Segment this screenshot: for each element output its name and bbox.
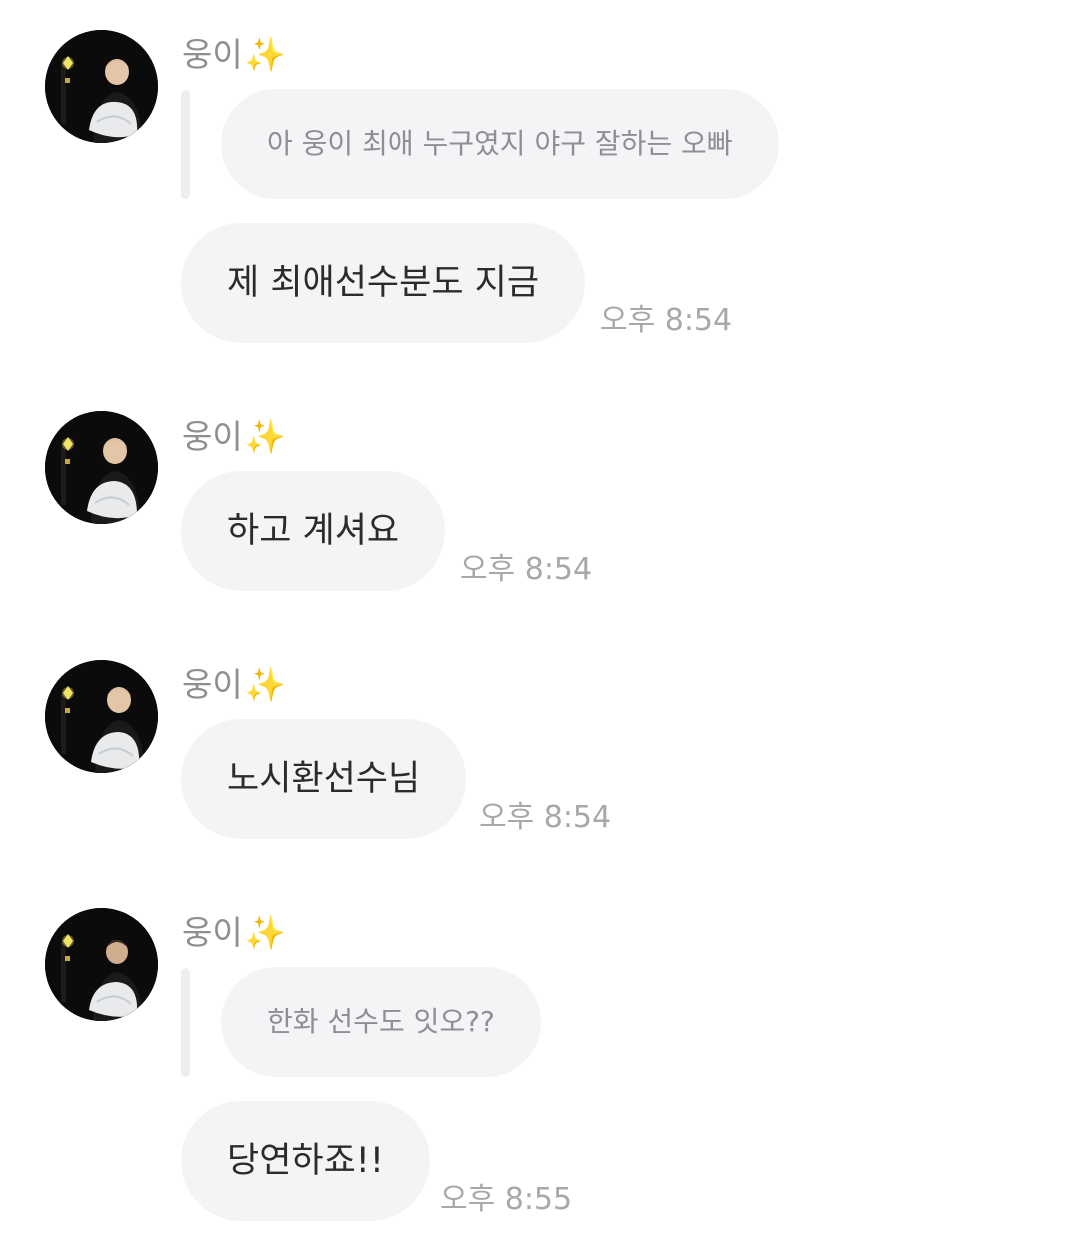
- avatar[interactable]: [45, 30, 158, 143]
- sender-name: 웅이✨: [182, 913, 286, 953]
- sparkle-emoji: ✨: [244, 913, 286, 952]
- avatar[interactable]: [45, 908, 158, 1021]
- sender-name-text: 웅이: [182, 665, 243, 704]
- sender-name-text: 웅이: [182, 35, 243, 74]
- message-timestamp: 오후 8:54: [600, 303, 733, 338]
- avatar[interactable]: [45, 660, 158, 773]
- sender-name: 웅이✨: [182, 665, 286, 705]
- quoted-message[interactable]: 한화 선수도 잇오??: [221, 967, 541, 1077]
- message-timestamp: 오후 8:55: [440, 1182, 573, 1217]
- message-bubble[interactable]: 하고 계셔요: [181, 471, 446, 591]
- sparkle-emoji: ✨: [244, 417, 286, 456]
- sparkle-emoji: ✨: [244, 665, 286, 704]
- message-bubble[interactable]: 노시환선수님: [181, 719, 467, 839]
- quoted-message[interactable]: 아 웅이 최애 누구였지 야구 잘하는 오빠: [221, 89, 779, 199]
- message-timestamp: 오후 8:54: [479, 800, 612, 835]
- sender-name-text: 웅이: [182, 417, 243, 456]
- message-timestamp: 오후 8:54: [460, 552, 593, 587]
- sender-name: 웅이✨: [182, 35, 286, 75]
- message-bubble[interactable]: 당연하죠!!: [181, 1101, 430, 1221]
- message-bubble[interactable]: 제 최애선수분도 지금: [181, 223, 586, 343]
- quote-bar: [181, 968, 190, 1077]
- sender-name: 웅이✨: [182, 417, 286, 457]
- avatar[interactable]: [45, 411, 158, 524]
- sender-name-text: 웅이: [182, 913, 243, 952]
- quote-bar: [181, 90, 190, 199]
- sparkle-emoji: ✨: [244, 35, 286, 74]
